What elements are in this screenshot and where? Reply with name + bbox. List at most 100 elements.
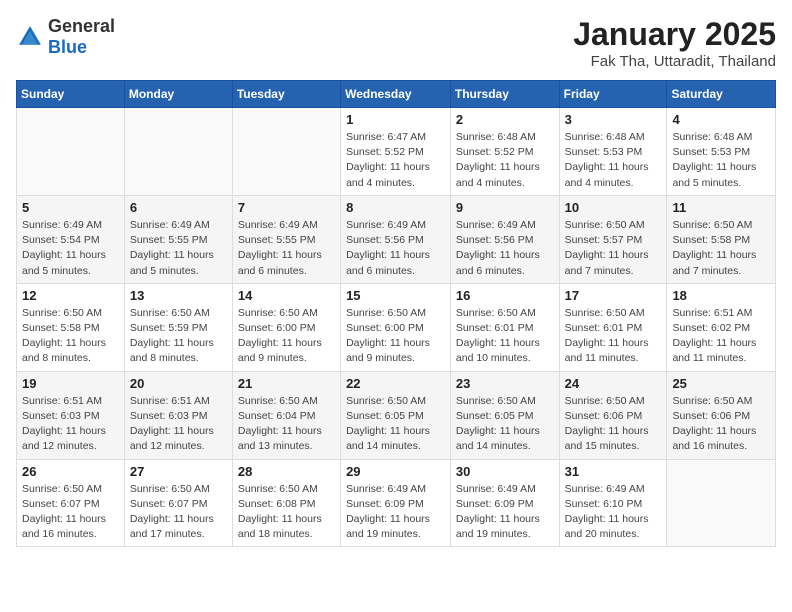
calendar-day-cell: 30 Sunrise: 6:49 AM Sunset: 6:09 PM Dayli… <box>450 459 559 547</box>
calendar-week-row: 1 Sunrise: 6:47 AM Sunset: 5:52 PM Daylig… <box>17 108 776 196</box>
weekday-header: Thursday <box>450 81 559 108</box>
day-info: Sunrise: 6:50 AM Sunset: 6:06 PM Dayligh… <box>672 394 770 455</box>
day-number: 1 <box>346 112 445 127</box>
day-number: 11 <box>672 200 770 215</box>
month-title: January 2025 <box>573 16 776 53</box>
calendar-week-row: 26 Sunrise: 6:50 AM Sunset: 6:07 PM Dayli… <box>17 459 776 547</box>
day-info: Sunrise: 6:50 AM Sunset: 6:01 PM Dayligh… <box>565 306 662 367</box>
weekday-header: Saturday <box>667 81 776 108</box>
calendar-day-cell: 15 Sunrise: 6:50 AM Sunset: 6:00 PM Dayli… <box>341 283 451 371</box>
calendar-day-cell: 4 Sunrise: 6:48 AM Sunset: 5:53 PM Daylig… <box>667 108 776 196</box>
calendar-day-cell: 13 Sunrise: 6:50 AM Sunset: 5:59 PM Dayli… <box>124 283 232 371</box>
day-info: Sunrise: 6:50 AM Sunset: 5:57 PM Dayligh… <box>565 218 662 279</box>
calendar-day-cell: 9Sunrise: 6:49 AM Sunset: 5:56 PM Daylig… <box>450 195 559 283</box>
calendar-day-cell: 31 Sunrise: 6:49 AM Sunset: 6:10 PM Dayli… <box>559 459 667 547</box>
day-number: 14 <box>238 288 335 303</box>
day-number: 16 <box>456 288 554 303</box>
day-number: 22 <box>346 376 445 391</box>
day-info: Sunrise: 6:48 AM Sunset: 5:53 PM Dayligh… <box>672 130 770 191</box>
calendar-day-cell: 29 Sunrise: 6:49 AM Sunset: 6:09 PM Dayli… <box>341 459 451 547</box>
calendar-day-cell <box>232 108 340 196</box>
calendar-day-cell: 20Sunrise: 6:51 AM Sunset: 6:03 PM Dayli… <box>124 371 232 459</box>
day-info: Sunrise: 6:48 AM Sunset: 5:53 PM Dayligh… <box>565 130 662 191</box>
day-info: Sunrise: 6:47 AM Sunset: 5:52 PM Dayligh… <box>346 130 445 191</box>
logo-blue: Blue <box>48 37 87 57</box>
calendar-day-cell: 5Sunrise: 6:49 AM Sunset: 5:54 PM Daylig… <box>17 195 125 283</box>
day-number: 20 <box>130 376 227 391</box>
weekday-header: Friday <box>559 81 667 108</box>
calendar-day-cell: 26 Sunrise: 6:50 AM Sunset: 6:07 PM Dayli… <box>17 459 125 547</box>
logo-icon <box>16 23 44 51</box>
day-number: 15 <box>346 288 445 303</box>
day-number: 29 <box>346 464 445 479</box>
location-title: Fak Tha, Uttaradit, Thailand <box>573 53 776 70</box>
day-info: Sunrise: 6:49 AM Sunset: 5:55 PM Dayligh… <box>130 218 227 279</box>
day-number: 30 <box>456 464 554 479</box>
day-number: 31 <box>565 464 662 479</box>
calendar-day-cell: 10 Sunrise: 6:50 AM Sunset: 5:57 PM Dayli… <box>559 195 667 283</box>
day-info: Sunrise: 6:50 AM Sunset: 6:05 PM Dayligh… <box>456 394 554 455</box>
day-info: Sunrise: 6:50 AM Sunset: 6:05 PM Dayligh… <box>346 394 445 455</box>
calendar-day-cell: 16 Sunrise: 6:50 AM Sunset: 6:01 PM Dayli… <box>450 283 559 371</box>
weekday-header: Monday <box>124 81 232 108</box>
day-number: 25 <box>672 376 770 391</box>
day-number: 2 <box>456 112 554 127</box>
day-number: 8 <box>346 200 445 215</box>
day-number: 13 <box>130 288 227 303</box>
day-number: 24 <box>565 376 662 391</box>
day-number: 12 <box>22 288 119 303</box>
calendar-day-cell: 22 Sunrise: 6:50 AM Sunset: 6:05 PM Dayli… <box>341 371 451 459</box>
calendar-day-cell <box>667 459 776 547</box>
calendar-day-cell: 18Sunrise: 6:51 AM Sunset: 6:02 PM Dayli… <box>667 283 776 371</box>
day-info: Sunrise: 6:49 AM Sunset: 5:55 PM Dayligh… <box>238 218 335 279</box>
day-info: Sunrise: 6:49 AM Sunset: 5:54 PM Dayligh… <box>22 218 119 279</box>
calendar-day-cell: 3 Sunrise: 6:48 AM Sunset: 5:53 PM Daylig… <box>559 108 667 196</box>
day-info: Sunrise: 6:49 AM Sunset: 6:09 PM Dayligh… <box>456 482 554 543</box>
day-number: 10 <box>565 200 662 215</box>
title-block: January 2025 Fak Tha, Uttaradit, Thailan… <box>573 16 776 70</box>
calendar-day-cell: 17 Sunrise: 6:50 AM Sunset: 6:01 PM Dayli… <box>559 283 667 371</box>
day-info: Sunrise: 6:50 AM Sunset: 6:00 PM Dayligh… <box>238 306 335 367</box>
calendar-day-cell: 14 Sunrise: 6:50 AM Sunset: 6:00 PM Dayli… <box>232 283 340 371</box>
day-number: 26 <box>22 464 119 479</box>
calendar-day-cell: 19Sunrise: 6:51 AM Sunset: 6:03 PM Dayli… <box>17 371 125 459</box>
day-info: Sunrise: 6:50 AM Sunset: 6:06 PM Dayligh… <box>565 394 662 455</box>
day-number: 17 <box>565 288 662 303</box>
day-info: Sunrise: 6:50 AM Sunset: 6:08 PM Dayligh… <box>238 482 335 543</box>
day-info: Sunrise: 6:50 AM Sunset: 6:04 PM Dayligh… <box>238 394 335 455</box>
day-number: 3 <box>565 112 662 127</box>
day-info: Sunrise: 6:51 AM Sunset: 6:02 PM Dayligh… <box>672 306 770 367</box>
calendar-day-cell: 27Sunrise: 6:50 AM Sunset: 6:07 PM Dayli… <box>124 459 232 547</box>
day-number: 6 <box>130 200 227 215</box>
day-info: Sunrise: 6:49 AM Sunset: 6:10 PM Dayligh… <box>565 482 662 543</box>
day-number: 19 <box>22 376 119 391</box>
calendar-day-cell: 2 Sunrise: 6:48 AM Sunset: 5:52 PM Daylig… <box>450 108 559 196</box>
calendar-week-row: 5Sunrise: 6:49 AM Sunset: 5:54 PM Daylig… <box>17 195 776 283</box>
day-info: Sunrise: 6:50 AM Sunset: 6:01 PM Dayligh… <box>456 306 554 367</box>
calendar-day-cell <box>124 108 232 196</box>
weekday-header: Wednesday <box>341 81 451 108</box>
logo: General Blue <box>16 16 115 58</box>
calendar-table: SundayMondayTuesdayWednesdayThursdayFrid… <box>16 80 776 547</box>
calendar-day-cell: 23 Sunrise: 6:50 AM Sunset: 6:05 PM Dayli… <box>450 371 559 459</box>
day-info: Sunrise: 6:49 AM Sunset: 6:09 PM Dayligh… <box>346 482 445 543</box>
weekday-header-row: SundayMondayTuesdayWednesdayThursdayFrid… <box>17 81 776 108</box>
day-info: Sunrise: 6:49 AM Sunset: 5:56 PM Dayligh… <box>456 218 554 279</box>
day-info: Sunrise: 6:50 AM Sunset: 5:58 PM Dayligh… <box>22 306 119 367</box>
calendar-day-cell: 12 Sunrise: 6:50 AM Sunset: 5:58 PM Dayli… <box>17 283 125 371</box>
calendar-week-row: 19Sunrise: 6:51 AM Sunset: 6:03 PM Dayli… <box>17 371 776 459</box>
day-info: Sunrise: 6:50 AM Sunset: 5:59 PM Dayligh… <box>130 306 227 367</box>
day-info: Sunrise: 6:48 AM Sunset: 5:52 PM Dayligh… <box>456 130 554 191</box>
day-number: 4 <box>672 112 770 127</box>
calendar-week-row: 12 Sunrise: 6:50 AM Sunset: 5:58 PM Dayli… <box>17 283 776 371</box>
day-info: Sunrise: 6:50 AM Sunset: 6:00 PM Dayligh… <box>346 306 445 367</box>
day-number: 27 <box>130 464 227 479</box>
day-number: 21 <box>238 376 335 391</box>
calendar-day-cell: 6 Sunrise: 6:49 AM Sunset: 5:55 PM Daylig… <box>124 195 232 283</box>
calendar-day-cell: 28Sunrise: 6:50 AM Sunset: 6:08 PM Dayli… <box>232 459 340 547</box>
calendar-day-cell <box>17 108 125 196</box>
calendar-day-cell: 21 Sunrise: 6:50 AM Sunset: 6:04 PM Dayli… <box>232 371 340 459</box>
day-number: 23 <box>456 376 554 391</box>
day-info: Sunrise: 6:50 AM Sunset: 6:07 PM Dayligh… <box>22 482 119 543</box>
day-number: 7 <box>238 200 335 215</box>
